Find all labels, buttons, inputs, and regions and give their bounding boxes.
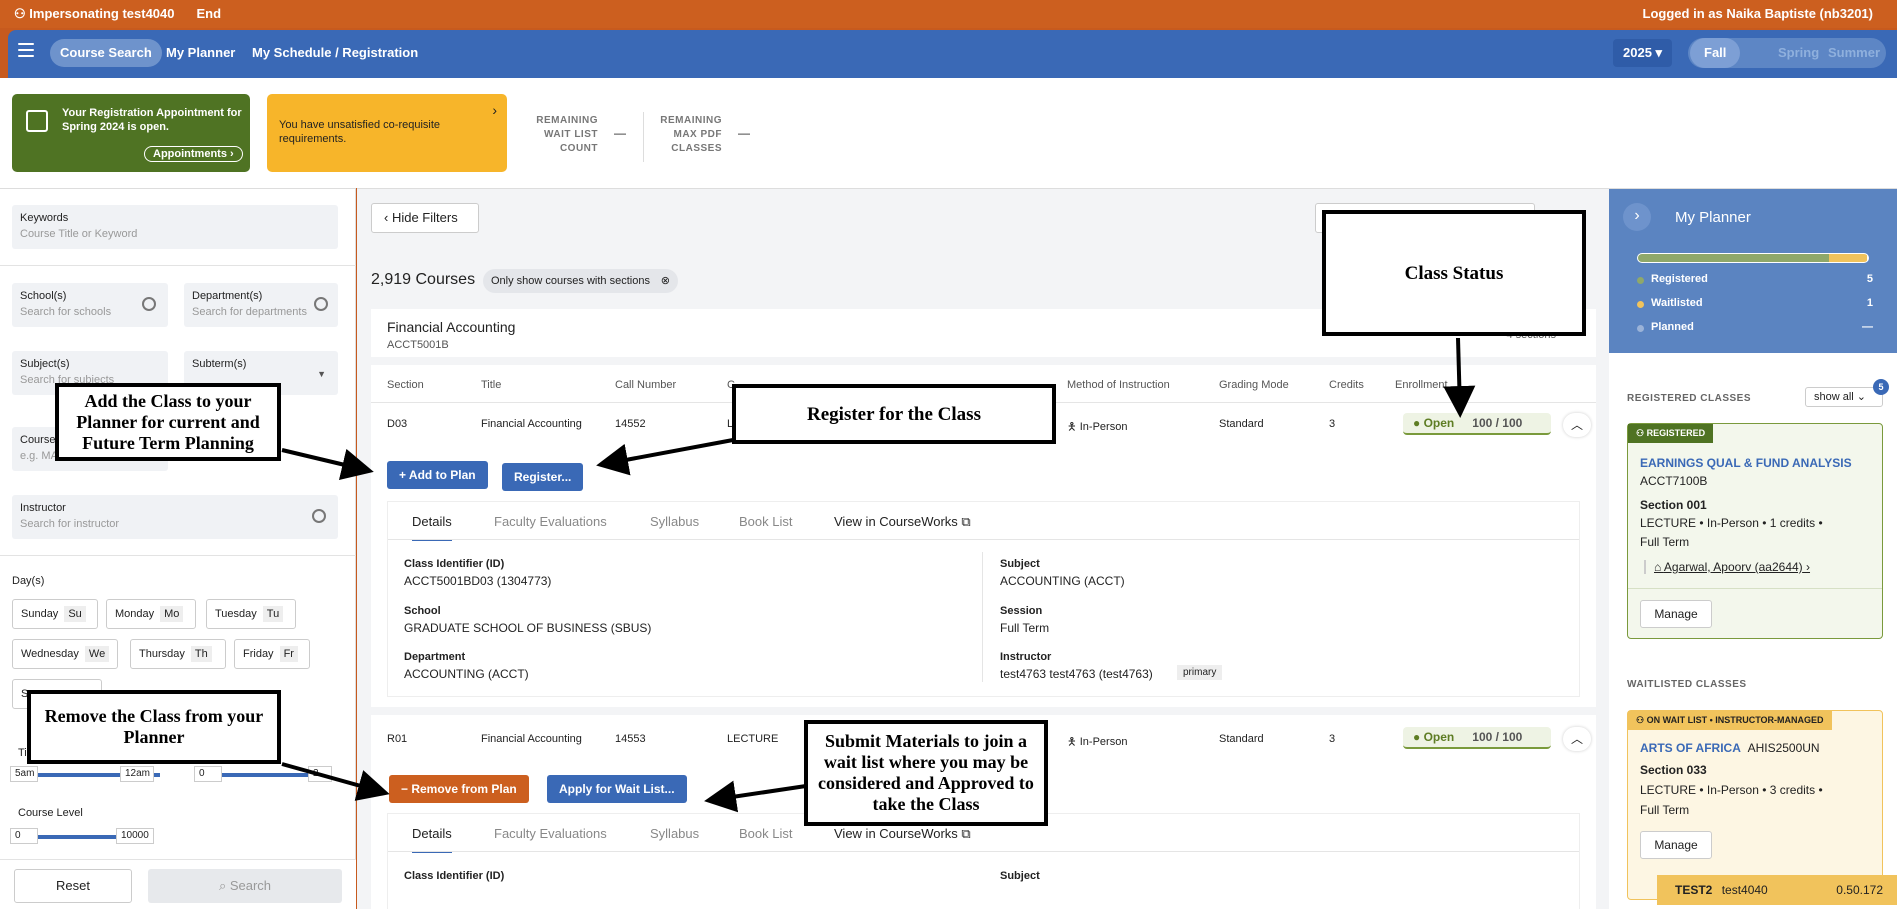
arrow-submit-materials [704,780,807,813]
arrow-add-class [281,448,374,481]
arrow-remove-class [281,762,390,801]
annotation-arrows [281,337,1476,813]
arrow-register [596,438,734,476]
arrow-class-status [1443,337,1476,418]
